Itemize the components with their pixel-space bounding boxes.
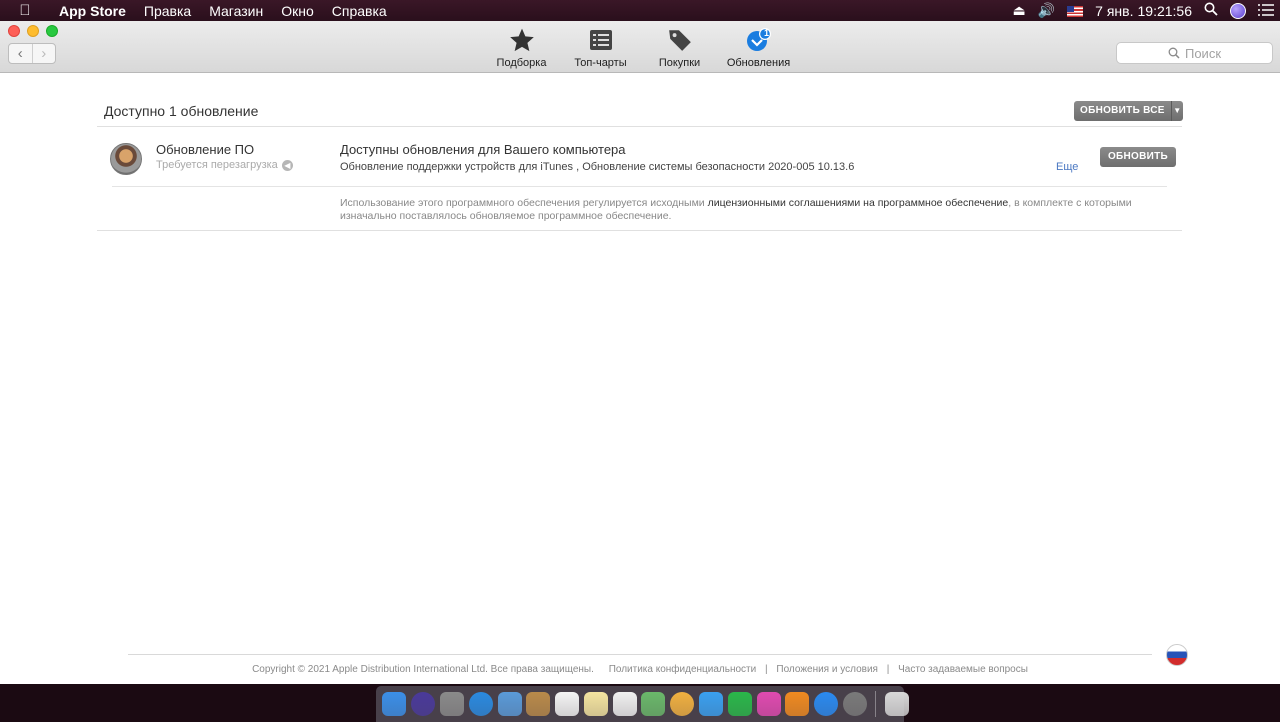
apple-logo-icon[interactable]:  [0,2,50,19]
dock-calendar-icon[interactable] [555,692,580,716]
status-area: ⏏ 🔊 7 янв. 19:21:56 [1007,0,1280,21]
star-icon [509,28,534,52]
search-field[interactable]: Поиск [1116,42,1273,64]
dock-books-icon[interactable] [785,692,810,716]
update-title: Доступны обновления для Вашего компьютер… [340,142,626,157]
update-button[interactable]: ОБНОВИТЬ [1100,147,1176,167]
clock-time[interactable]: 19:21:56 [1138,3,1193,19]
update-description: Обновление поддержки устройств для iTune… [340,161,855,173]
forward-chevron-icon[interactable]: › [31,44,56,63]
dock-reminders-icon[interactable] [612,692,637,716]
updates-page: Доступно 1 обновление ОБНОВИТЬ ВСЕ ▼ Обн… [0,74,1280,684]
dock-messages-icon[interactable] [698,692,723,716]
license-notice: Использование этого программного обеспеч… [340,197,1150,223]
menu-bar:  App Store Правка Магазин Окно Справка … [0,0,1280,21]
search-icon [1168,47,1180,59]
country-flag-icon[interactable] [1166,644,1188,666]
dock-mail-icon[interactable] [497,692,522,716]
more-link[interactable]: Еще [1056,161,1078,173]
tab-label: Покупки [658,57,701,69]
update-all-label: ОБНОВИТЬ ВСЕ [1080,105,1165,116]
dock-app-store-icon[interactable] [814,692,839,716]
eject-icon[interactable]: ⏏ [1013,2,1026,19]
notification-center-icon[interactable] [1258,3,1274,19]
divider [97,126,1182,127]
tab-featured[interactable]: Подборка [490,27,553,69]
update-name: Обновление ПО [156,142,255,157]
footer-separator: | [765,664,768,675]
info-icon[interactable]: ◀ [281,159,293,171]
clock-date[interactable]: 7 янв. [1095,3,1133,19]
dock-contacts-icon[interactable] [526,692,551,716]
updates-badge: 1 [764,28,770,38]
dock-photos-icon[interactable] [670,692,695,716]
list-icon [589,30,612,50]
tab-purchased[interactable]: Покупки [648,27,711,69]
tag-icon [668,30,691,51]
minimize-window-button[interactable] [27,25,39,37]
tab-updates[interactable]: 1 Обновления [711,27,806,69]
dock-separator [875,691,877,717]
dock-facetime-icon[interactable] [727,692,752,716]
divider [112,186,1167,187]
search-placeholder: Поиск [1184,45,1222,61]
navigation-buttons: ‹ › [8,43,56,64]
terms-link[interactable]: Положения и условия [776,664,878,675]
footer-divider [128,654,1152,655]
tab-top-charts[interactable]: Топ-чарты [553,27,648,69]
footer-separator: | [886,664,890,675]
toolbar-tabs: Подборка Топ-чарты Покупки 1 Обновления [490,27,806,69]
dock-system-preferences-icon[interactable] [842,692,867,716]
app-store-window: ‹ › Подборка Топ-чарты Покупки 1 Обновле… [0,21,1280,684]
copyright-text: Copyright © 2021 Apple Distribution Inte… [252,664,594,675]
chevron-down-icon[interactable]: ▼ [1170,101,1183,121]
privacy-policy-link[interactable]: Политика конфиденциальности [609,664,757,675]
page-title: Доступно 1 обновление [104,103,259,119]
tab-label: Подборка [496,57,547,69]
faq-link[interactable]: Часто задаваемые вопросы [898,664,1028,675]
dock-notes-icon[interactable] [583,692,608,716]
dock-launchpad-icon[interactable] [439,692,464,716]
volume-icon[interactable]: 🔊 [1038,2,1055,19]
macos-installer-icon [110,143,142,175]
update-all-button[interactable]: ОБНОВИТЬ ВСЕ ▼ [1074,101,1183,121]
menu-app-name[interactable]: App Store [50,3,135,19]
dock-finder-icon[interactable] [382,692,407,716]
spotlight-icon[interactable] [1204,2,1218,19]
tab-label: Обновления [726,57,791,69]
menu-edit[interactable]: Правка [135,3,200,19]
dock [376,686,909,722]
divider [97,230,1182,231]
dock-siri-icon[interactable] [411,692,436,716]
menu-window[interactable]: Окно [272,3,323,19]
zoom-window-button[interactable] [46,25,58,37]
footer: Copyright © 2021 Apple Distribution Inte… [0,664,1280,675]
menu-store[interactable]: Магазин [200,3,272,19]
menu-help[interactable]: Справка [323,3,396,19]
back-chevron-icon[interactable]: ‹ [9,44,32,63]
close-window-button[interactable] [8,25,20,37]
dock-itunes-icon[interactable] [756,692,781,716]
tab-label: Топ-чарты [574,57,627,69]
toolbar: ‹ › Подборка Топ-чарты Покупки 1 Обновле… [0,21,1280,73]
siri-menu-icon[interactable] [1230,2,1246,20]
update-subtitle: Требуется перезагрузка ◀ [156,159,293,171]
dock-safari-icon[interactable] [468,692,493,716]
restart-required-text: Требуется перезагрузка [156,159,278,171]
license-link[interactable]: лицензионными соглашениями на программно… [708,197,1009,209]
input-source-flag-icon[interactable] [1067,3,1084,19]
dock-trash-icon[interactable] [884,692,909,716]
license-prefix: Использование этого программного обеспеч… [340,197,708,209]
dock-maps-icon[interactable] [641,692,666,716]
